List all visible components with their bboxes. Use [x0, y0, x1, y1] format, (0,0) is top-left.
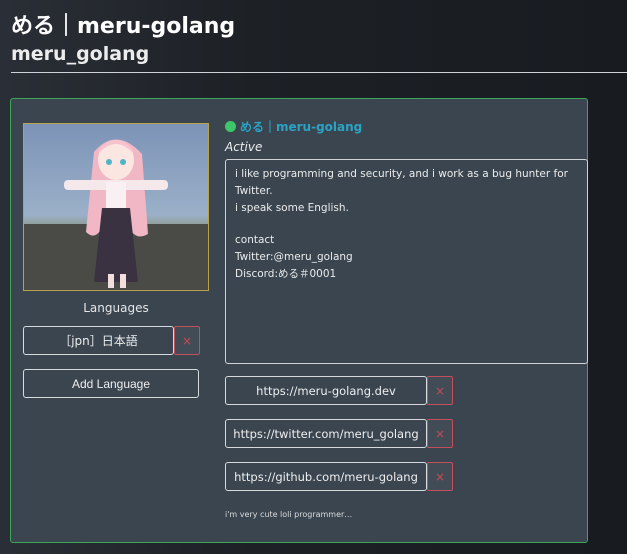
footer-note: i'm very cute loli programmer…: [225, 510, 353, 519]
bio-line: Discord:める＃0001: [235, 267, 337, 280]
avatar: [23, 123, 209, 291]
languages-label: Languages: [83, 301, 149, 315]
add-language-button[interactable]: Add Language: [23, 369, 199, 398]
bio-textarea[interactable]: i like programming and security, and i w…: [225, 159, 588, 364]
status-text: Active: [225, 140, 263, 154]
bio-line: contact: [235, 234, 275, 247]
remove-link-button[interactable]: ×: [427, 462, 453, 491]
remove-language-button[interactable]: ×: [174, 326, 200, 355]
online-status-dot-icon: [225, 121, 236, 132]
language-field[interactable]: ［jpn］日本語: [23, 326, 174, 355]
bio-line: [235, 216, 578, 232]
remove-link-button[interactable]: ×: [427, 419, 453, 448]
header-divider: [11, 72, 627, 73]
remove-link-button[interactable]: ×: [427, 376, 453, 405]
display-name: める｜meru-golang: [240, 120, 363, 134]
profile-card: Languages ［jpn］日本語 × Add Language める｜mer…: [10, 98, 588, 543]
link-field[interactable]: https://meru-golang.dev: [225, 376, 427, 405]
bio-line: Twitter:@meru_golang: [235, 251, 353, 264]
username: meru_golang: [11, 43, 150, 65]
display-name-line: める｜meru-golang: [225, 118, 362, 135]
bio-line: i speak some English.: [235, 201, 349, 214]
link-field[interactable]: https://twitter.com/meru_golang: [225, 419, 427, 448]
link-field[interactable]: https://github.com/meru-golang: [225, 462, 427, 491]
page-title: める｜meru-golang: [11, 14, 236, 39]
bio-line: i like programming and security, and i w…: [235, 168, 568, 197]
